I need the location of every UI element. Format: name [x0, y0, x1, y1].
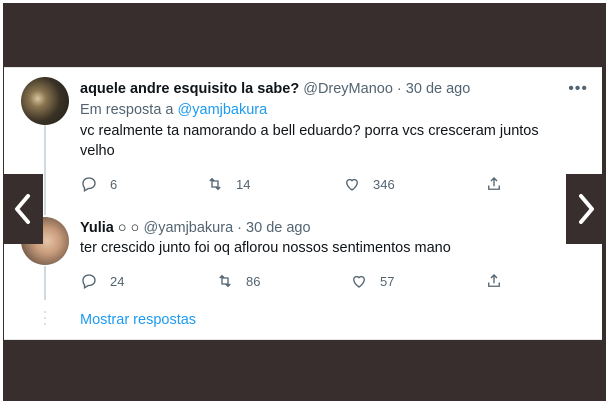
retweet-count: 14	[236, 176, 251, 192]
chevron-right-icon	[579, 194, 594, 224]
tweet-text: ter crescido junto foi oq aflorou nossos…	[80, 240, 451, 256]
like-icon	[346, 178, 358, 191]
tweet-header: aquele andre esquisito la sabe? @DreyMan…	[80, 80, 589, 98]
reply-context: Em resposta a @yamjbakura	[80, 100, 589, 120]
reply-count: 6	[110, 176, 118, 192]
share-icon	[488, 274, 500, 287]
reply-mention-link[interactable]: @yamjbakura	[178, 102, 268, 118]
tweet-actions: 6 14 346	[80, 175, 500, 195]
like-button[interactable]: 57	[350, 272, 394, 290]
display-name[interactable]: aquele andre esquisito la sabe?	[80, 81, 299, 97]
like-count: 57	[380, 273, 395, 289]
retweet-icon	[209, 177, 221, 191]
reply-icon	[82, 274, 96, 289]
tweet-text-line: velho	[80, 143, 115, 159]
thread-dots	[43, 311, 47, 329]
separator: ·	[396, 81, 402, 97]
share-icon	[488, 177, 500, 190]
reply-count: 24	[110, 273, 125, 289]
thread-line	[44, 125, 46, 215]
tweet-actions: 24 86 57	[80, 272, 500, 292]
tweet-date[interactable]: 30 de ago	[246, 220, 311, 236]
share-button[interactable]	[485, 175, 503, 193]
retweet-button[interactable]: 14	[206, 175, 250, 193]
tweet-text-line: vc realmente ta namorando a bell eduardo…	[80, 123, 539, 139]
reply-prefix: Em resposta a	[80, 102, 174, 118]
tweet[interactable]: Yulia ○ ○ @yamjbakura · 30 de ago ter cr…	[80, 219, 589, 289]
reply-button[interactable]: 24	[80, 272, 124, 290]
display-name[interactable]: Yulia ○ ○	[80, 220, 139, 236]
like-button[interactable]: 346	[343, 175, 395, 193]
thread-line-lower	[44, 266, 46, 300]
reply-icon	[82, 177, 96, 192]
tweet[interactable]: aquele andre esquisito la sabe? @DreyMan…	[80, 80, 589, 192]
tweet-text: vc realmente ta namorando a bell eduardo…	[80, 121, 589, 161]
retweet-button[interactable]: 86	[216, 272, 260, 290]
tweet-header: Yulia ○ ○ @yamjbakura · 30 de ago	[80, 219, 589, 237]
user-handle[interactable]: @yamjbakura	[143, 220, 233, 236]
user-handle[interactable]: @DreyManoo	[303, 81, 393, 97]
next-slide-button[interactable]	[566, 174, 606, 244]
avatar[interactable]	[21, 77, 69, 125]
reply-button[interactable]: 6	[80, 175, 117, 193]
tweet-date[interactable]: 30 de ago	[406, 81, 471, 97]
chevron-left-icon	[15, 194, 30, 224]
retweet-count: 86	[246, 273, 261, 289]
show-replies-link[interactable]: Mostrar respostas	[80, 312, 196, 328]
previous-slide-button[interactable]	[3, 174, 43, 244]
retweet-icon	[219, 274, 231, 288]
like-count: 346	[373, 176, 395, 192]
separator: ·	[237, 220, 243, 236]
like-icon	[353, 275, 365, 288]
share-button[interactable]	[485, 272, 503, 290]
